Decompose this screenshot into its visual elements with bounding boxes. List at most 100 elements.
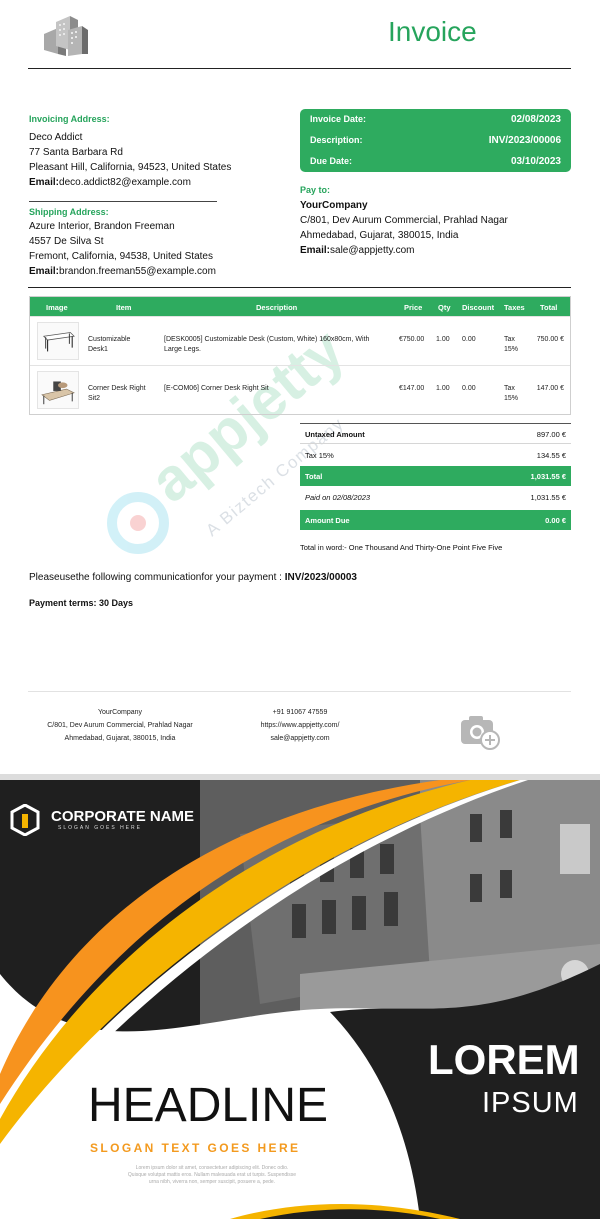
header-divider [28, 68, 571, 69]
amount-due-label: Amount Due [305, 516, 350, 525]
pay-to-company: YourCompany [300, 200, 368, 211]
invoice-title: Invoice [388, 16, 477, 47]
pay-to-email-line: Email:sale@appjetty.com [300, 243, 414, 258]
table-row: Customizable Desk1 [DESK0005] Customizabl… [30, 316, 570, 365]
invoicing-city: Pleasant Hill, California, 94523, United… [29, 162, 232, 173]
paid-label: Paid on 02/08/2023 [305, 493, 371, 502]
total-in-words: Total in word:- One Thousand And Thirty-… [300, 543, 503, 552]
col-taxes: Taxes [504, 303, 525, 312]
row1-tax: Tax 15% [504, 335, 518, 355]
row2-tax-l2: 15% [504, 395, 519, 402]
row1-total: 750.00 € [536, 336, 564, 343]
pay-to-email: sale@appjetty.com [330, 245, 415, 256]
payment-terms: Payment terms: 30 Days [29, 598, 134, 608]
pay-to-line1: C/801, Dev Aurum Commercial, Prahlad Nag… [300, 215, 508, 226]
paid-value: 1,031.55 € [530, 493, 566, 502]
row1-desc-l2: Large Legs. [164, 346, 201, 353]
invoicing-email-line: Email:deco.addict82@example.com [29, 175, 191, 190]
total-label: Total [305, 472, 323, 481]
line-items-table: Image Item Description Price Qty Discoun… [29, 296, 571, 415]
invoice-due-value: 03/10/2023 [510, 156, 561, 167]
footer-website[interactable]: https://www.appjetty.com/ [240, 719, 360, 732]
shipping-email: brandon.freeman55@example.com [59, 266, 216, 277]
row1-tax-l2: 15% [504, 346, 519, 353]
row1-qty: 1.00 [436, 336, 450, 343]
totals-separator [300, 443, 571, 444]
lorem-heading: LOREM [428, 1036, 580, 1083]
pay-to-heading: Pay to: [300, 185, 331, 195]
row2-qty: 1.00 [436, 385, 450, 392]
col-discount: Discount [462, 303, 495, 312]
invoice-info-box: Invoice Date: 02/08/2023 Description: IN… [300, 109, 571, 172]
payment-communication: Pleaseusethe following communicationfor … [29, 572, 357, 583]
pay-to-email-label: Email: [300, 245, 331, 256]
shipping-email-label: Email: [29, 266, 60, 277]
invoice-desc-row: Description: INV/2023/00006 [310, 135, 561, 149]
shipping-address-heading: Shipping Address: [29, 207, 109, 217]
col-image: Image [46, 303, 68, 312]
row2-description: [E-COM06] Corner Desk Right Sit [164, 385, 269, 392]
corporate-name: CORPORATE NAME [51, 808, 195, 825]
footer-divider [28, 691, 571, 692]
row2-price: €147.00 [399, 385, 425, 392]
shipping-email-line: Email:brandon.freeman55@example.com [29, 264, 216, 279]
tax-value: 134.55 € [536, 451, 566, 460]
company-logo-icon [44, 16, 88, 56]
table-header: Image Item Description Price Qty Discoun… [30, 297, 570, 316]
row1-description: [DESK0005] Customizable Desk (Custom, Wh… [164, 335, 394, 355]
ipsum-heading: IPSUM [482, 1087, 579, 1119]
invoicing-street: 77 Santa Barbara Rd [29, 147, 123, 158]
banner-body-l2: Quisque volutpat mattis eros. Nullam mal… [127, 1172, 297, 1178]
communication-ref: INV/2023/00003 [284, 572, 357, 583]
shipping-street: 4557 De Silva St [29, 236, 104, 247]
paid-row: Paid on 02/08/2023 1,031.55 € [300, 487, 571, 507]
row1-desc-l1: [DESK0005] Customizable Desk (Custom, Wh… [164, 336, 370, 343]
col-description: Description [256, 303, 298, 312]
row2-item-l2: Sit2 [88, 395, 101, 402]
row2-discount: 0.00 [462, 385, 476, 392]
shipping-city: Fremont, California, 94538, United State… [29, 251, 213, 262]
banner-body-l3: urna nibh, viverra non, semper suscipit,… [148, 1179, 276, 1185]
footer-address2: Ahmedabad, Gujarat, 380015, India [64, 735, 176, 742]
row1-item-l1: Customizable [88, 336, 131, 343]
invoice-desc-label: Description: [310, 135, 363, 145]
invoice-desc-value: INV/2023/00006 [488, 135, 561, 146]
total-value: 1,031.55 € [530, 472, 566, 481]
col-item: Item [116, 303, 132, 312]
row1-item-l2: Desk1 [88, 346, 108, 353]
row2-total: 147.00 € [536, 385, 564, 392]
amount-due-row: Amount Due 0.00 € [300, 510, 571, 530]
invoice-due-label: Due Date: [310, 156, 353, 166]
communication-prefix: Pleaseusethe following communicationfor … [29, 572, 285, 583]
footer-company-block: YourCompany C/801, Dev Aurum Commercial,… [20, 706, 220, 745]
address-divider [29, 201, 217, 202]
invoice-date-value: 02/08/2023 [510, 114, 561, 125]
row2-item: Corner Desk Right Sit2 [88, 384, 146, 404]
untaxed-value: 897.00 € [536, 430, 566, 439]
col-price: Price [404, 303, 423, 312]
total-row: Total 1,031.55 € [300, 466, 571, 486]
invoicing-name: Deco Addict [29, 132, 83, 143]
headline: HEADLINE [88, 1079, 329, 1132]
table-divider [28, 287, 571, 288]
footer-company: YourCompany [97, 709, 143, 716]
corporate-slogan: SLOGAN GOES HERE [58, 825, 142, 831]
invoicing-email: deco.addict82@example.com [59, 177, 191, 188]
shipping-name: Azure Interior, Brandon Freeman [29, 221, 175, 232]
row1-discount: 0.00 [462, 336, 476, 343]
table-row: Corner Desk Right Sit2 [E-COM06] Corner D… [30, 365, 570, 414]
corner-desk-product-image [37, 371, 79, 409]
add-photo-icon[interactable] [460, 714, 502, 750]
footer-email[interactable]: sale@appjetty.com [240, 732, 360, 745]
tax-row: Tax 15% 134.55 € [300, 445, 571, 465]
tax-label: Tax 15% [305, 451, 334, 460]
untaxed-row: Untaxed Amount 897.00 € [300, 424, 571, 444]
slogan-text: SLOGAN TEXT GOES HERE [90, 1141, 301, 1155]
row2-item-l1: Corner Desk Right [88, 385, 146, 392]
row1-tax-l1: Tax [504, 336, 515, 343]
row1-price: €750.00 [399, 336, 425, 343]
desk-product-image [37, 322, 79, 360]
row2-tax-l1: Tax [504, 385, 515, 392]
row1-item: Customizable Desk1 [88, 335, 130, 355]
invoicing-email-label: Email: [29, 177, 60, 188]
